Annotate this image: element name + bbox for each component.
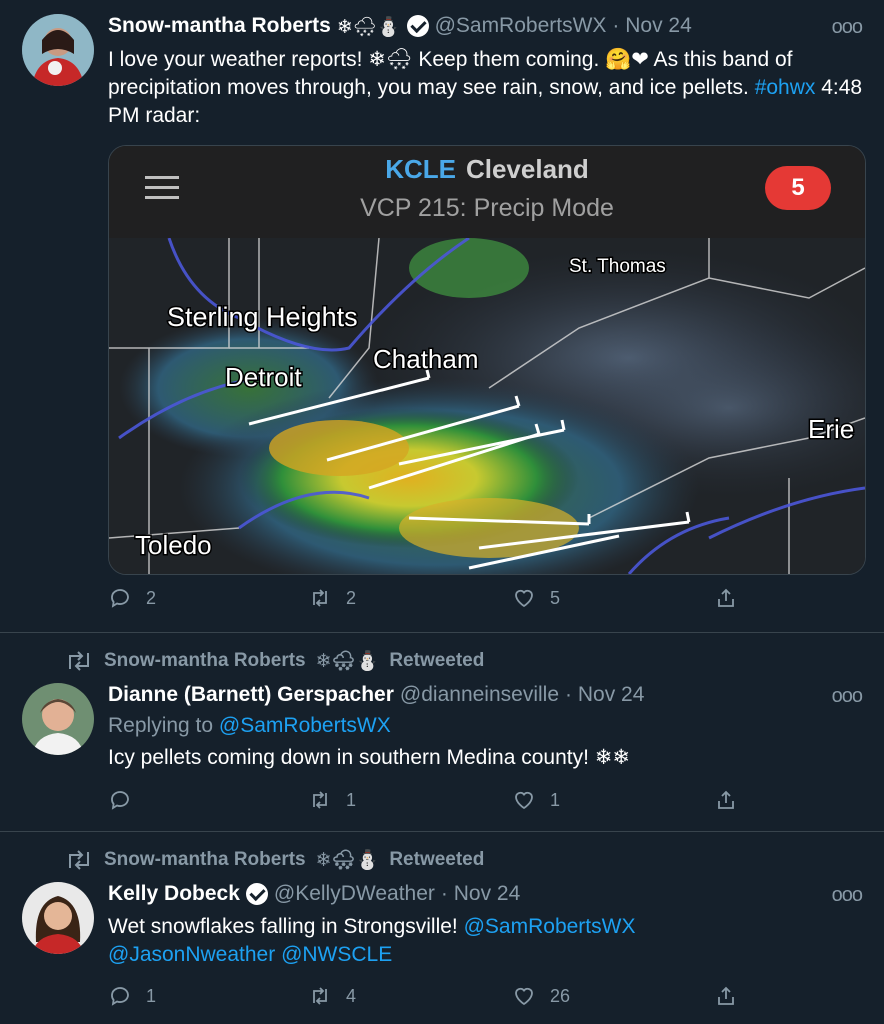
- like-count: 5: [550, 587, 561, 608]
- tweet-text: Wet snowflakes falling in Strongsville! …: [108, 913, 868, 969]
- map-label-detroit: Detroit: [225, 362, 302, 392]
- reply-count: 2: [146, 587, 157, 608]
- timestamp[interactable]: · Nov 24: [441, 882, 520, 906]
- like-button[interactable]: 1: [512, 788, 560, 812]
- verified-icon: [406, 15, 429, 37]
- share-icon: [718, 588, 734, 607]
- tweet-text: Icy pellets coming down in southern Medi…: [108, 746, 630, 769]
- retweet-icon: [69, 650, 89, 671]
- reply-button[interactable]: 2: [108, 586, 156, 610]
- tweet-header: Snow-mantha Roberts ❄🌨⛄ @SamRobertsWX · …: [108, 14, 692, 38]
- share-button[interactable]: [714, 984, 738, 1008]
- retweet-count: 4: [346, 985, 357, 1006]
- mention-link[interactable]: @SamRobertsWX: [464, 915, 636, 938]
- tweet-actions: 2 2 5: [108, 586, 748, 616]
- radar-city: Cleveland: [465, 154, 589, 184]
- hashtag-link[interactable]: #ohwx: [755, 76, 816, 99]
- like-button[interactable]: 26: [512, 984, 570, 1008]
- radar-badge: 5: [765, 166, 831, 210]
- radar-title: KCLE Cleveland: [109, 154, 865, 185]
- mention-link[interactable]: @NWSCLE: [281, 943, 392, 966]
- reply-button[interactable]: [108, 788, 146, 812]
- radar-mode: VCP 215: Precip Mode: [360, 194, 614, 222]
- retweet-icon: [313, 791, 327, 809]
- tweet[interactable]: Snow-mantha Roberts ❄🌨⛄ Retweeted Kelly …: [0, 832, 884, 1024]
- heart-icon: [515, 987, 533, 1006]
- retweeted-by[interactable]: Snow-mantha Roberts: [104, 650, 306, 672]
- avatar[interactable]: [22, 683, 94, 755]
- retweet-button[interactable]: 2: [308, 586, 356, 610]
- map-label-chatham: Chatham: [373, 344, 479, 374]
- share-button[interactable]: [714, 788, 738, 812]
- mention-link[interactable]: @JasonNweather: [108, 943, 275, 966]
- timestamp[interactable]: · Nov 24: [612, 14, 691, 38]
- like-button[interactable]: 5: [512, 586, 560, 610]
- tweet-text: I love your weather reports! ❄🌨 Keep the…: [108, 46, 868, 130]
- reply-icon: [111, 987, 129, 1006]
- handle[interactable]: @SamRobertsWX: [435, 14, 607, 38]
- like-count: 26: [550, 985, 571, 1006]
- tweet[interactable]: Snow-mantha Roberts ❄🌨⛄ Retweeted Dianne…: [0, 633, 884, 831]
- reply-icon: [111, 791, 129, 810]
- retweet-context: Snow-mantha Roberts ❄🌨⛄ Retweeted: [64, 848, 484, 871]
- verified-icon: [245, 883, 268, 905]
- tweet-body: I love your weather reports! ❄🌨 Keep the…: [108, 48, 793, 99]
- display-name[interactable]: Dianne (Barnett) Gerspacher: [108, 683, 394, 707]
- reply-icon: [111, 589, 129, 608]
- retweet-icon: [313, 987, 327, 1005]
- name-emoji: ❄🌨⛄: [336, 15, 401, 38]
- share-button[interactable]: [714, 586, 738, 610]
- retweet-icon: [69, 849, 89, 870]
- tweet-header: Kelly Dobeck @KellyDWeather · Nov 24: [108, 882, 520, 906]
- more-icon[interactable]: ooo: [832, 16, 863, 39]
- tweet[interactable]: Snow-mantha Roberts ❄🌨⛄ @SamRobertsWX · …: [0, 0, 884, 632]
- tweet-body: Wet snowflakes falling in Strongsville!: [108, 915, 464, 938]
- tweet-actions: 1 1: [108, 788, 748, 818]
- tweet-header: Dianne (Barnett) Gerspacher @dianneinsev…: [108, 683, 644, 707]
- share-icon: [718, 986, 734, 1005]
- heart-icon: [515, 589, 533, 608]
- reply-count: 1: [146, 985, 157, 1006]
- map-label-erie: Erie: [808, 414, 854, 444]
- retweeted-by[interactable]: Snow-mantha Roberts: [104, 849, 306, 871]
- avatar[interactable]: [22, 14, 94, 86]
- retweet-icon: [313, 589, 327, 607]
- reply-context: Replying to @SamRobertsWX: [108, 712, 868, 740]
- map-label-toledo: Toledo: [135, 530, 212, 560]
- retweet-button[interactable]: 4: [308, 984, 356, 1008]
- display-name[interactable]: Snow-mantha Roberts: [108, 14, 331, 38]
- more-icon[interactable]: ooo: [832, 685, 863, 708]
- retweet-count: 1: [346, 789, 357, 810]
- reply-button[interactable]: 1: [108, 984, 156, 1008]
- retweet-button[interactable]: 1: [308, 788, 356, 812]
- retweeted-by-emoji: ❄🌨⛄: [315, 650, 380, 672]
- like-count: 1: [550, 789, 561, 810]
- tweet-actions: 1 4 26: [108, 984, 748, 1014]
- handle[interactable]: @KellyDWeather: [274, 882, 435, 906]
- handle[interactable]: @dianneinseville: [400, 683, 559, 707]
- map-label-st-thomas: St. Thomas: [569, 256, 666, 277]
- mention-link[interactable]: @SamRobertsWX: [219, 714, 391, 737]
- retweeted-label: Retweeted: [389, 649, 485, 671]
- map-label-sterling-heights: Sterling Heights: [167, 302, 358, 332]
- more-icon[interactable]: ooo: [832, 884, 863, 907]
- heart-icon: [515, 791, 533, 810]
- radar-map: St. Thomas Sterling Heights Chatham Detr…: [109, 238, 865, 574]
- display-name[interactable]: Kelly Dobeck: [108, 882, 240, 906]
- retweet-context: Snow-mantha Roberts ❄🌨⛄ Retweeted: [64, 649, 484, 672]
- retweeted-label: Retweeted: [389, 848, 485, 870]
- retweet-count: 2: [346, 587, 357, 608]
- share-icon: [718, 790, 734, 809]
- timestamp[interactable]: · Nov 24: [565, 683, 644, 707]
- avatar[interactable]: [22, 882, 94, 954]
- radar-header: KCLE Cleveland VCP 215: Precip Mode 5: [109, 146, 865, 238]
- retweeted-by-emoji: ❄🌨⛄: [315, 849, 380, 871]
- radar-station: KCLE: [385, 154, 456, 184]
- replying-to-label: Replying to: [108, 714, 219, 737]
- radar-image[interactable]: KCLE Cleveland VCP 215: Precip Mode 5 St…: [108, 145, 866, 575]
